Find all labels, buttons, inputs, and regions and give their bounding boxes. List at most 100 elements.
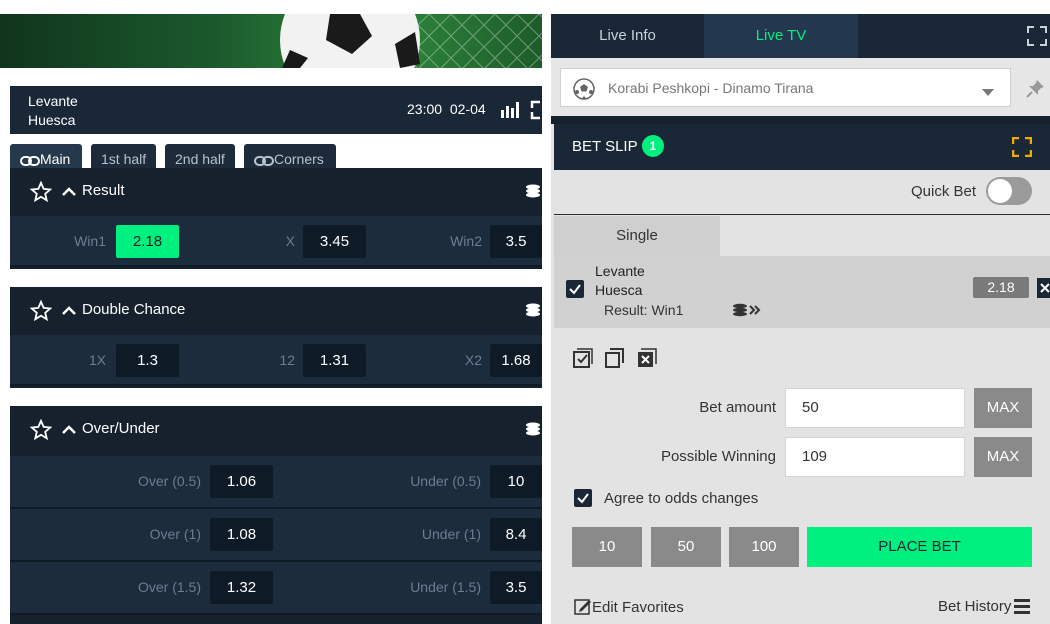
bet-item: Levante Huesca Result: Win1 2.18 bbox=[554, 256, 1050, 328]
statistics-icon[interactable] bbox=[500, 100, 520, 123]
odd-label: Under (1.5) bbox=[410, 579, 481, 595]
divider bbox=[551, 116, 1050, 124]
bet-item-home: Levante bbox=[595, 263, 645, 279]
expand-icon[interactable] bbox=[1011, 136, 1033, 161]
odd-button-win1[interactable]: 2.18 bbox=[116, 225, 179, 258]
bet-amount-label: Bet amount bbox=[699, 399, 776, 416]
market-header[interactable]: Double Chance bbox=[10, 287, 542, 335]
tab-1st-half[interactable]: 1st half bbox=[91, 144, 156, 170]
pin-icon[interactable] bbox=[1026, 78, 1046, 103]
football-icon bbox=[573, 78, 595, 103]
chevron-up-icon[interactable] bbox=[62, 303, 76, 320]
market-result: Result Win1 2.18 X 3.45 Win2 3.5 bbox=[10, 168, 542, 269]
quick-bet-row: Quick Bet bbox=[554, 170, 1050, 215]
odd-label: Win2 bbox=[450, 233, 482, 249]
odd-label: Under (1) bbox=[421, 526, 481, 542]
expand-icon[interactable] bbox=[530, 100, 542, 125]
odd-button-over[interactable]: 1.08 bbox=[210, 518, 273, 551]
odds-row: Over (0.5) 1.06 Under (0.5) 10 bbox=[10, 456, 542, 509]
tab-corners[interactable]: Corners bbox=[244, 144, 336, 170]
close-icon[interactable] bbox=[1037, 278, 1050, 298]
quick-amount-button[interactable]: 10 bbox=[572, 527, 642, 567]
app-root: Levante Huesca 23:00 02-04 Main 1st half… bbox=[0, 0, 1050, 624]
quick-bet-toggle[interactable] bbox=[986, 177, 1032, 205]
odd-label: X bbox=[285, 233, 295, 249]
stream-select-value: Korabi Peshkopi - Dinamo Tirana bbox=[608, 80, 814, 96]
chevron-up-icon[interactable] bbox=[62, 422, 76, 439]
betslip-count-badge: 1 bbox=[642, 135, 664, 157]
coins-icon[interactable] bbox=[525, 303, 542, 323]
fullscreen-icon[interactable] bbox=[1027, 26, 1047, 51]
bet-amount-max-button[interactable]: MAX bbox=[974, 388, 1032, 428]
star-icon[interactable] bbox=[29, 418, 53, 445]
match-time: 23:00 bbox=[407, 101, 443, 117]
odd-button-over[interactable]: 1.32 bbox=[210, 571, 273, 604]
stream-select[interactable]: Korabi Peshkopi - Dinamo Tirana bbox=[560, 68, 1011, 107]
odd-button-over[interactable]: 1.06 bbox=[210, 465, 273, 498]
tab-live-tv[interactable]: Live TV bbox=[704, 14, 858, 58]
coins-icon[interactable] bbox=[525, 422, 542, 442]
tab-main[interactable]: Main bbox=[10, 144, 82, 170]
tab-single[interactable]: Single bbox=[554, 216, 720, 256]
betslip-header: BET SLIP 1 bbox=[554, 124, 1050, 170]
bet-item-result: Result: Win1 bbox=[604, 302, 684, 318]
toggle-knob bbox=[988, 179, 1012, 203]
bet-history-link[interactable]: Bet History bbox=[938, 597, 1031, 615]
coins-icon[interactable] bbox=[525, 184, 542, 204]
market-header[interactable]: Result bbox=[10, 168, 542, 216]
odd-button-x[interactable]: 3.45 bbox=[303, 225, 366, 258]
odd-button-12[interactable]: 1.31 bbox=[303, 344, 366, 377]
edit-icon bbox=[574, 599, 592, 616]
odd-button-win2[interactable]: 3.5 bbox=[490, 225, 542, 258]
possible-winning-input[interactable]: 109 bbox=[785, 437, 965, 477]
odd-button-under[interactable]: 8.4 bbox=[490, 518, 542, 551]
edit-favorites-label: Edit Favorites bbox=[592, 599, 684, 616]
possible-winning-max-button[interactable]: MAX bbox=[974, 437, 1032, 477]
clear-all-icon[interactable] bbox=[637, 348, 657, 373]
tab-live-info[interactable]: Live Info bbox=[551, 14, 704, 58]
event-panel: Levante Huesca 23:00 02-04 Main 1st half… bbox=[0, 0, 542, 624]
star-icon[interactable] bbox=[29, 180, 53, 207]
match-teams: Levante Huesca bbox=[28, 92, 78, 130]
odd-label: Over (0.5) bbox=[137, 473, 201, 489]
copy-icon[interactable] bbox=[605, 348, 625, 373]
check-all-icon[interactable] bbox=[573, 348, 593, 373]
bet-item-teams: Levante Huesca bbox=[595, 262, 645, 300]
link-icon bbox=[20, 151, 40, 167]
market-title: Result bbox=[82, 182, 125, 199]
edit-favorites-link[interactable]: Edit Favorites bbox=[574, 597, 684, 616]
bet-item-odd: 2.18 bbox=[973, 277, 1029, 298]
market-header[interactable]: Over/Under bbox=[10, 406, 542, 454]
bet-item-checkbox[interactable] bbox=[566, 280, 584, 298]
coins-arrow-icon[interactable] bbox=[732, 303, 762, 322]
odd-button-1x[interactable]: 1.3 bbox=[116, 344, 179, 377]
chevron-up-icon[interactable] bbox=[62, 184, 76, 201]
bet-amount-input[interactable]: 50 bbox=[785, 388, 965, 428]
tab-label: Main bbox=[40, 151, 71, 167]
place-bet-button[interactable]: PLACE BET bbox=[807, 527, 1032, 567]
odd-label: 1X bbox=[88, 352, 106, 368]
tab-label: 2nd half bbox=[175, 151, 225, 167]
quick-amount-button[interactable]: 50 bbox=[651, 527, 721, 567]
match-datetime: 23:00 02-04 bbox=[407, 101, 486, 117]
tab-label: 1st half bbox=[101, 151, 147, 167]
odd-button-under[interactable]: 3.5 bbox=[490, 571, 542, 604]
event-banner bbox=[0, 14, 542, 68]
away-team-name: Huesca bbox=[28, 112, 76, 128]
agree-odds-checkbox[interactable] bbox=[574, 489, 592, 507]
match-date: 02-04 bbox=[449, 101, 486, 117]
tab-2nd-half[interactable]: 2nd half bbox=[165, 144, 235, 170]
tab-label: Corners bbox=[274, 151, 324, 167]
odds-row: 1X 1.3 12 1.31 X2 1.68 bbox=[10, 335, 542, 386]
odd-button-x2[interactable]: 1.68 bbox=[490, 344, 542, 377]
star-icon[interactable] bbox=[29, 299, 53, 326]
chevron-down-icon bbox=[982, 84, 994, 100]
odd-label: 12 bbox=[279, 352, 295, 368]
match-header: Levante Huesca 23:00 02-04 bbox=[10, 86, 542, 134]
link-icon bbox=[254, 151, 274, 167]
bet-history-label: Bet History bbox=[938, 598, 1012, 615]
quick-amount-button[interactable]: 100 bbox=[729, 527, 799, 567]
odd-button-under[interactable]: 10 bbox=[490, 465, 542, 498]
market-double-chance: Double Chance 1X 1.3 12 1.31 X2 1.68 bbox=[10, 287, 542, 388]
odds-row: Over (1.5) 1.32 Under (1.5) 3.5 bbox=[10, 562, 542, 615]
